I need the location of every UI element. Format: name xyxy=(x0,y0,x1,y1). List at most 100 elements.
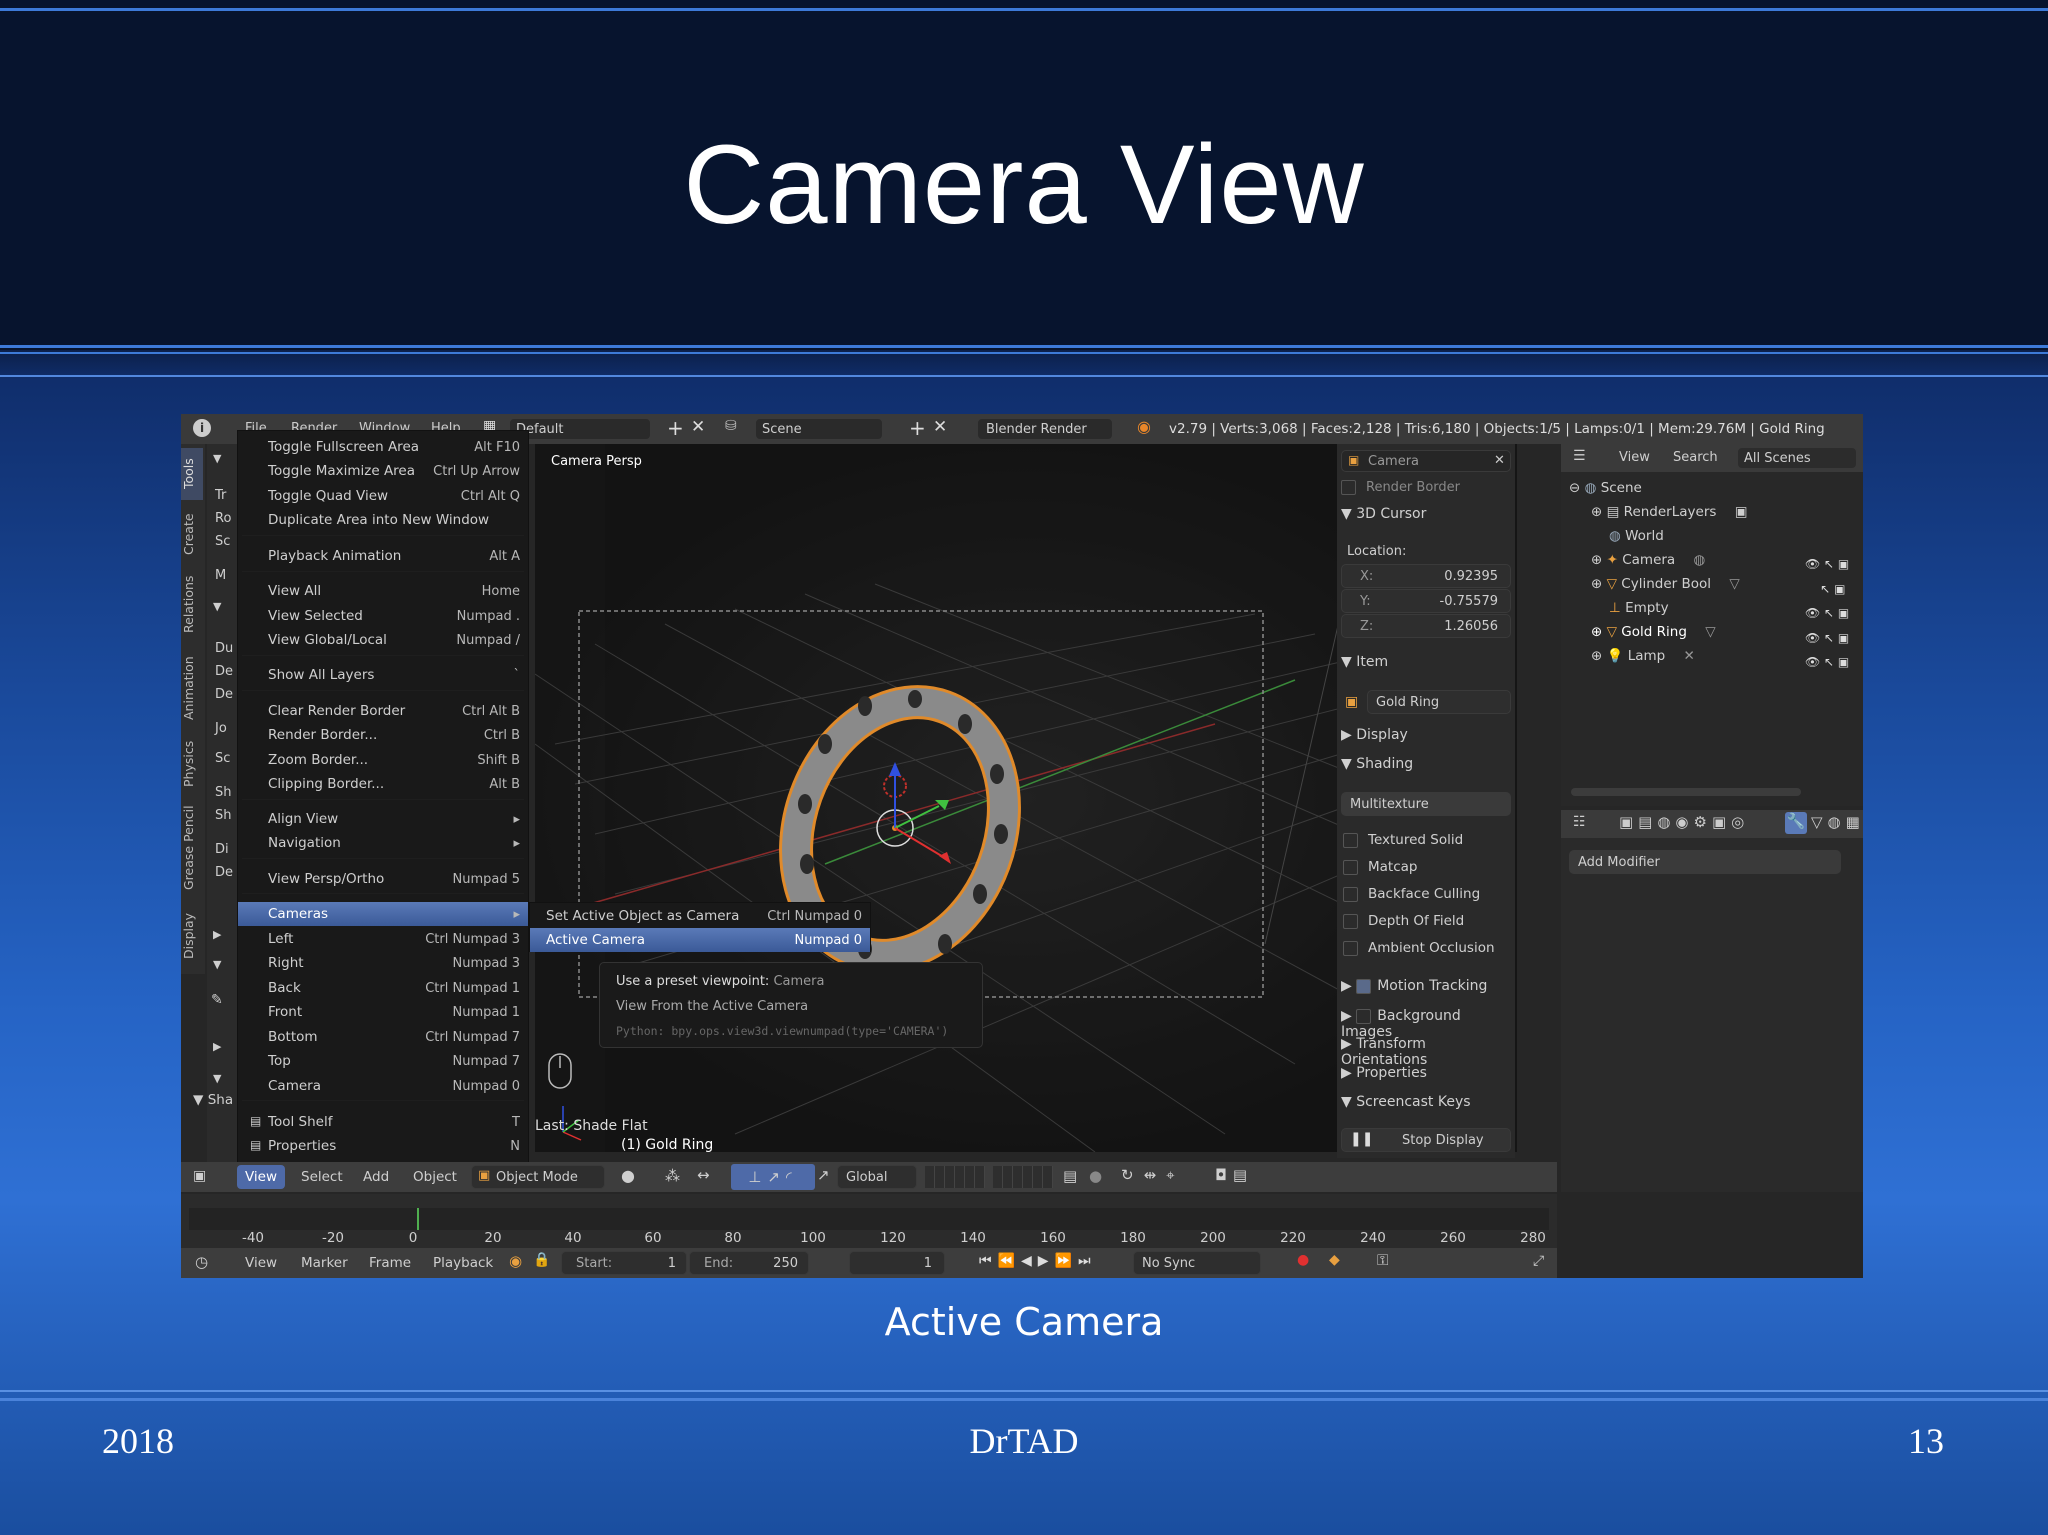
cursor-y-field[interactable]: Y: -0.75579 xyxy=(1341,589,1511,613)
keyframe-icon[interactable]: ◆ xyxy=(1329,1252,1340,1268)
render-border-label: Render Border xyxy=(1366,480,1460,495)
keying-set-icon[interactable]: ⚿ xyxy=(1377,1251,1388,1269)
menu-item-duplicate-area-into-new-window[interactable]: Duplicate Area into New Window xyxy=(238,508,528,532)
close-layout-icon[interactable]: ✕ xyxy=(691,417,705,437)
axis-label: Z: xyxy=(1360,619,1374,634)
info-icon[interactable]: i xyxy=(193,419,211,437)
menu-item-view-selected[interactable]: View Selected Numpad . xyxy=(238,604,528,628)
outliner-item-lamp[interactable]: ⊕ 💡 Lamp ✕ xyxy=(1591,648,1695,664)
menu-item-shortcut: Ctrl Up Arrow xyxy=(433,463,520,479)
timeline-menu-playback[interactable]: Playback xyxy=(433,1255,493,1271)
tool-rotate[interactable]: Ro xyxy=(215,511,231,526)
tool-mirror[interactable]: M xyxy=(215,568,226,583)
properties-editor-icon[interactable]: ☷ xyxy=(1573,814,1586,830)
properties-context-icons-2[interactable]: ▽◍▦ xyxy=(1811,813,1863,831)
outliner-item-scene[interactable]: ⊖ ◍ Scene xyxy=(1569,480,1642,496)
panel-header-3d-cursor[interactable]: ▼ 3D Cursor xyxy=(1341,506,1426,522)
visibility-eye-icon[interactable]: 👁 ↖ ▣ xyxy=(1805,650,1849,675)
end-frame-field[interactable]: End: 250 xyxy=(689,1251,809,1275)
expand-corner-icon[interactable]: ⤢ xyxy=(1533,1253,1544,1269)
timeline-tick-label: 40 xyxy=(564,1230,582,1246)
location-label: Location: xyxy=(1347,544,1407,559)
properties-header: ☷ ▣▤◍◉⚙▣◎ 🔧 ▽◍▦ xyxy=(1561,810,1863,838)
timeline-menu-marker[interactable]: Marker xyxy=(301,1255,348,1271)
outliner-item-camera[interactable]: ⊕ ✦ Camera ◍ xyxy=(1591,552,1705,568)
tab-relations[interactable]: Relations xyxy=(181,568,203,640)
current-frame-value: 1 xyxy=(923,1256,932,1271)
layout-selector[interactable]: Default xyxy=(509,418,651,440)
current-frame-field[interactable]: 1 xyxy=(849,1251,945,1275)
add-layout-icon[interactable]: + xyxy=(667,416,684,440)
timeline-editor-icon[interactable]: ◷ xyxy=(195,1253,208,1271)
menu-item-playback-animation[interactable]: Playback Animation Alt A xyxy=(238,544,528,568)
record-icon[interactable]: ● xyxy=(1297,1252,1309,1268)
menu-separator xyxy=(242,535,524,536)
lamp-icon: 💡 xyxy=(1606,648,1624,664)
lock-icon[interactable]: 🔒 xyxy=(533,1252,550,1268)
outliner-label: RenderLayers xyxy=(1623,504,1717,520)
timeline-ticks: -40 -20 0 20 40 60 80 100 120 140 160 180 200 220 240 2… xyxy=(181,634,1557,1254)
menu-item-view-all[interactable]: View All Home xyxy=(238,579,528,603)
close-scene-icon[interactable]: ✕ xyxy=(933,417,947,437)
modifier-wrench-icon[interactable]: 🔧 xyxy=(1785,812,1807,834)
clear-icon[interactable]: ✕ xyxy=(1494,453,1505,468)
outliner-item-cylinder-bool[interactable]: ⊕ ▽ Cylinder Bool ▽ xyxy=(1591,576,1740,592)
timeline-menu-frame[interactable]: Frame xyxy=(369,1255,411,1271)
outliner-item-empty[interactable]: ⊥ Empty xyxy=(1609,600,1669,616)
scene-stats: v2.79 | Verts:3,068 | Faces:2,128 | Tris… xyxy=(1169,421,1825,437)
timeline-tick-label: 200 xyxy=(1200,1230,1226,1246)
playback-controls-icons[interactable]: ⏮⏪◀▶⏩⏭ xyxy=(979,1253,1097,1269)
outliner-menu-search[interactable]: Search xyxy=(1673,450,1718,465)
start-label: Start: xyxy=(576,1256,613,1271)
menu-item-toggle-fullscreen-area[interactable]: Toggle Fullscreen Area Alt F10 xyxy=(238,435,528,459)
outliner-item-renderlayers[interactable]: ⊕ ▤ RenderLayers ▣ xyxy=(1591,504,1747,520)
footer-page-number: 13 xyxy=(1908,1421,1944,1461)
outliner-filter-select[interactable]: All Scenes xyxy=(1737,447,1857,469)
menu-item-label: Toggle Quad View xyxy=(268,488,389,504)
visibility-eye-icon[interactable]: 👁 ↖ ▣ xyxy=(1805,601,1849,626)
scene-icon[interactable]: ⛁ xyxy=(725,418,737,434)
start-frame-field[interactable]: Start: 1 xyxy=(561,1251,687,1275)
menu-item-label: Toggle Maximize Area xyxy=(268,463,416,479)
timeline-header: ◷ View Marker Frame Playback ◉ 🔒 Start: … xyxy=(181,1248,1557,1278)
collapse-triangle-icon[interactable]: ▼ xyxy=(213,600,221,613)
outliner-scrollbar[interactable] xyxy=(1571,788,1801,796)
visibility-eye-icon[interactable]: 👁 ↖ ▣ xyxy=(1805,626,1849,651)
tab-create[interactable]: Create xyxy=(181,508,203,560)
menu-item-toggle-quad-view[interactable]: Toggle Quad View Ctrl Alt Q xyxy=(238,484,528,508)
sync-mode-select[interactable]: No Sync xyxy=(1133,1251,1261,1275)
outliner-label: Scene xyxy=(1600,480,1642,496)
menu-item-shortcut: Home xyxy=(481,583,520,599)
menu-item-toggle-maximize-area[interactable]: Toggle Maximize Area Ctrl Up Arrow xyxy=(238,459,528,483)
collapse-triangle-icon[interactable]: ▼ xyxy=(213,452,221,465)
scene-selector[interactable]: Scene xyxy=(755,418,883,440)
tab-tools[interactable]: Tools xyxy=(181,448,203,500)
visibility-eye-icon[interactable]: ↖ ▣ xyxy=(1805,577,1849,602)
outliner-menu-view[interactable]: View xyxy=(1619,450,1650,465)
add-modifier-select[interactable]: Add Modifier xyxy=(1569,850,1841,874)
timeline-menu-view[interactable]: View xyxy=(245,1255,277,1271)
scene-name: Scene xyxy=(762,422,802,437)
outliner-label: Cylinder Bool xyxy=(1621,576,1712,592)
add-scene-icon[interactable]: + xyxy=(909,416,926,440)
mesh-icon: ▽ xyxy=(1606,624,1617,640)
divider xyxy=(0,345,2048,348)
outliner-filter-value: All Scenes xyxy=(1744,451,1811,466)
outliner-item-world[interactable]: ◍ World xyxy=(1609,528,1664,544)
properties-context-icons[interactable]: ▣▤◍◉⚙▣◎ xyxy=(1619,813,1749,831)
timeline-tick-label: 240 xyxy=(1360,1230,1386,1246)
keying-icon[interactable]: ◉ xyxy=(509,1252,522,1270)
divider xyxy=(0,375,2048,377)
timeline-tick-label: 280 xyxy=(1520,1230,1546,1246)
tool-scale[interactable]: Sc xyxy=(215,534,230,549)
outliner-editor-icon[interactable]: ☰ xyxy=(1573,448,1586,464)
viewport-mode-label: Camera Persp xyxy=(551,454,642,469)
render-border-option[interactable]: Render Border xyxy=(1341,480,1460,495)
timeline-tick-label: -40 xyxy=(241,1230,265,1246)
cursor-x-field[interactable]: X: 0.92395 xyxy=(1341,564,1511,588)
render-engine-select[interactable]: Blender Render xyxy=(977,418,1113,440)
camera-field[interactable]: ▣ Camera ✕ xyxy=(1341,450,1511,472)
visibility-eye-icon[interactable]: 👁 ↖ ▣ xyxy=(1805,552,1849,577)
outliner-item-gold-ring[interactable]: ⊕ ▽ Gold Ring ▽ xyxy=(1591,624,1716,640)
tool-translate[interactable]: Tr xyxy=(215,488,226,503)
